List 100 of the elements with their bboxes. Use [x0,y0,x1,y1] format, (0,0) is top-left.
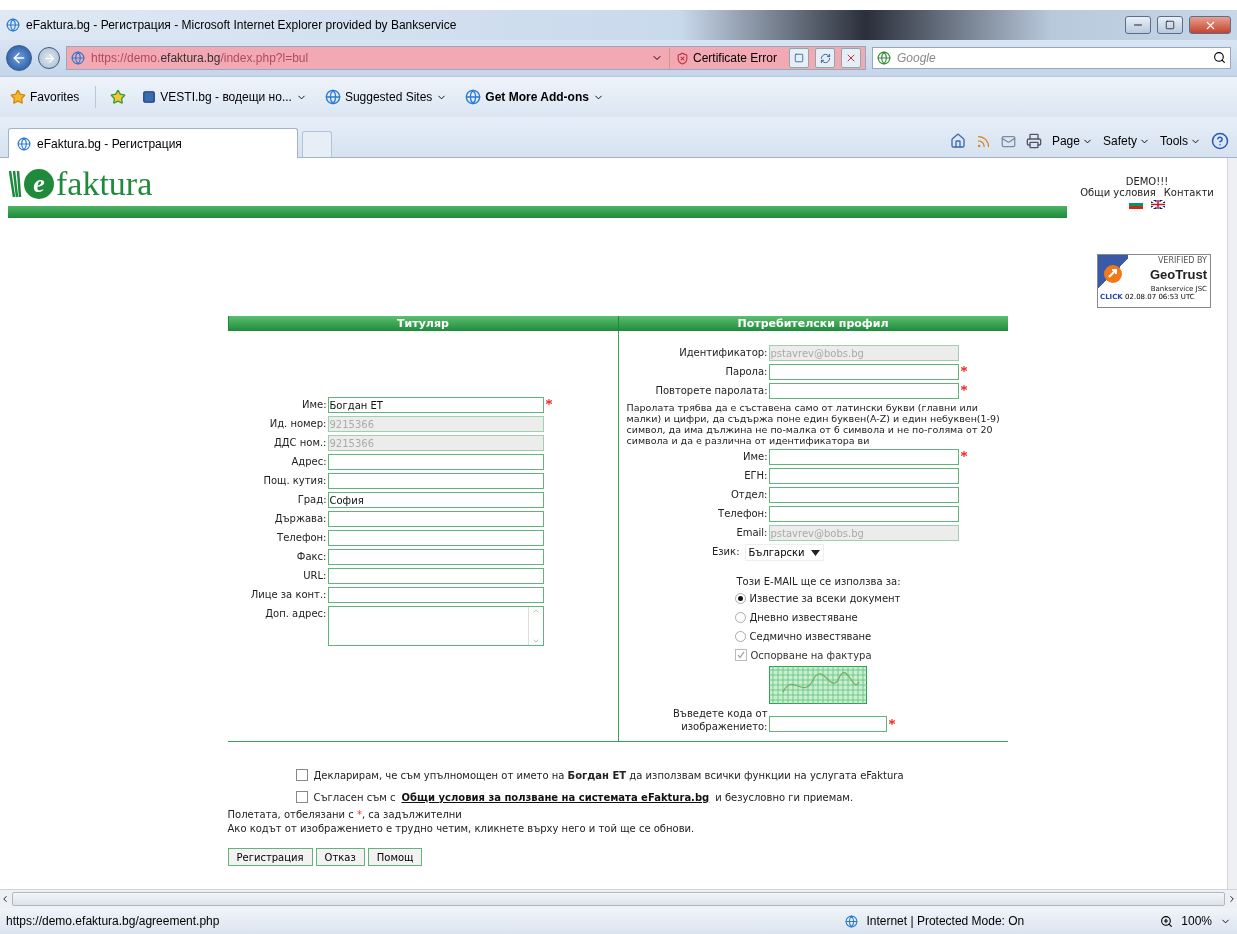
globe-icon [845,914,859,928]
add-favorite-icon[interactable] [110,89,127,105]
form-button[interactable]: Отказ [315,848,365,866]
input-field[interactable] [327,549,544,565]
command-menu[interactable]: Tools [1160,134,1201,148]
captcha-drawing[interactable] [768,666,867,704]
browser-tab[interactable]: eFaktura.bg - Регистрация [8,128,298,158]
option-label: Оспорване на фактура [750,649,872,661]
demo-label: DEMO!!! [1125,176,1169,187]
input-field[interactable] [768,449,959,465]
field-label: Отдел: [729,488,769,502]
input-field[interactable] [768,506,959,522]
stop-icon[interactable] [841,48,861,68]
input-field[interactable]: Богдан ЕТ [327,397,544,413]
radio-button[interactable] [734,630,746,642]
required-icon [960,385,967,391]
bulgarian-flag-icon[interactable] [1129,200,1143,209]
field-label: Лице за конт.: [249,588,328,602]
captcha-hint: Ако кодът от изображението е трудно четим, кликнете върху него и той ще се обнови. [227,822,696,836]
field-label: Държава: [273,512,328,526]
input-field[interactable] [327,511,544,527]
text-area[interactable] [327,606,544,646]
field-label: Телефон: [276,531,328,545]
browser-icon [71,51,85,65]
search-field[interactable]: Google [872,47,1231,69]
input-field[interactable] [768,487,959,503]
form-button[interactable]: Помощ [367,848,423,866]
zoom-icon[interactable] [1160,914,1174,928]
dropdown-arrow-icon [810,549,820,556]
minimize-button[interactable] [1125,16,1151,34]
input-field[interactable]: София [327,492,544,508]
header-link[interactable]: Общи условия [1080,187,1156,198]
favorites-item[interactable]: VESTI.bg - водещи но... [140,88,309,106]
option-label: Седмично известяване [749,630,872,642]
page-icon [142,90,157,104]
field-label: Ид. номер: [268,417,328,431]
section-header: Титуляр [227,316,618,331]
window-title: eFaktura.bg - Регистрация - Microsoft Internet Explorer provided by Bankservice [26,18,458,32]
field-label: Име: [300,398,328,412]
field-label: Email: [735,526,769,540]
scroll-down-icon[interactable] [531,637,540,645]
option-label: Известие за всеки документ [749,592,901,604]
scroll-up-icon[interactable] [531,607,540,615]
required-icon [888,719,895,725]
vertical-scrollbar[interactable] [1227,158,1237,889]
input-field[interactable] [327,530,544,546]
scroll-right-icon[interactable] [1227,894,1237,904]
checkbox[interactable] [295,769,308,781]
new-tab-button[interactable] [302,131,332,157]
header-link[interactable]: Контакти [1163,187,1214,198]
input-field[interactable] [768,364,959,380]
favorites-item[interactable]: Favorites [8,87,82,107]
feed-icon[interactable] [975,133,991,149]
language-select[interactable]: Български [744,544,824,561]
mail-icon[interactable] [1000,133,1016,149]
required-note: Полетата, отбелязани с *, са задължителни [227,808,463,822]
close-button[interactable] [1189,16,1231,34]
certificate-error-button[interactable]: Certificate Error [668,48,783,68]
favorites-item[interactable]: Get More Add-ons [463,87,606,107]
input-field[interactable] [768,468,959,484]
declaration-text: Декларирам, че съм упълномощен от името на Богдан ЕТ да използвам всички функции на услугата eFaktura [313,769,904,781]
zoom-level[interactable]: 100% [1181,914,1212,928]
field-label: Телефон: [717,507,769,521]
field-label: Парола: [724,365,769,379]
search-icon[interactable] [1213,51,1226,64]
input-field[interactable] [327,473,544,489]
declaration-text: и безусловно ги приемам. [715,791,854,803]
compatibility-icon[interactable] [789,48,809,68]
forward-button[interactable] [38,47,60,69]
logo-text: faktura [56,167,153,201]
british-flag-icon[interactable] [1151,200,1165,209]
favorites-item[interactable]: Suggested Sites [322,87,450,107]
back-button[interactable] [6,45,32,71]
declaration-text: Съгласен съм с [313,791,396,803]
input-field[interactable] [327,587,544,603]
field-label: Пощ. кутия: [262,474,328,488]
checkbox[interactable] [295,791,308,803]
print-icon[interactable] [1025,133,1042,149]
radio-button[interactable] [734,592,746,604]
command-menu[interactable]: Page [1051,134,1093,148]
command-menu[interactable]: Safety [1102,134,1150,148]
input-field[interactable] [327,454,544,470]
input-field[interactable] [768,383,959,399]
horizontal-scrollbar[interactable] [0,889,1237,908]
terms-link[interactable]: Общи условия за ползване на системата eFaktura.bg [401,791,710,803]
required-icon [960,451,967,457]
refresh-icon[interactable] [815,48,835,68]
form-button[interactable]: Регистрация [227,848,313,866]
maximize-button[interactable] [1157,16,1183,34]
input-field[interactable] [768,716,887,732]
field-label: Език: [710,545,741,559]
help-icon[interactable] [1211,132,1229,150]
field-label: Въведете кода от изображението: [671,707,769,733]
input-field[interactable] [327,568,544,584]
browser-icon [17,136,31,151]
address-bar[interactable]: https://demo.efaktura.bg/index.php?l=bul Certificate Error [66,46,866,70]
scroll-left-icon[interactable] [0,894,10,904]
field-label: Повторете паролата: [654,384,769,398]
home-icon[interactable] [949,133,966,149]
radio-button[interactable] [734,611,746,623]
